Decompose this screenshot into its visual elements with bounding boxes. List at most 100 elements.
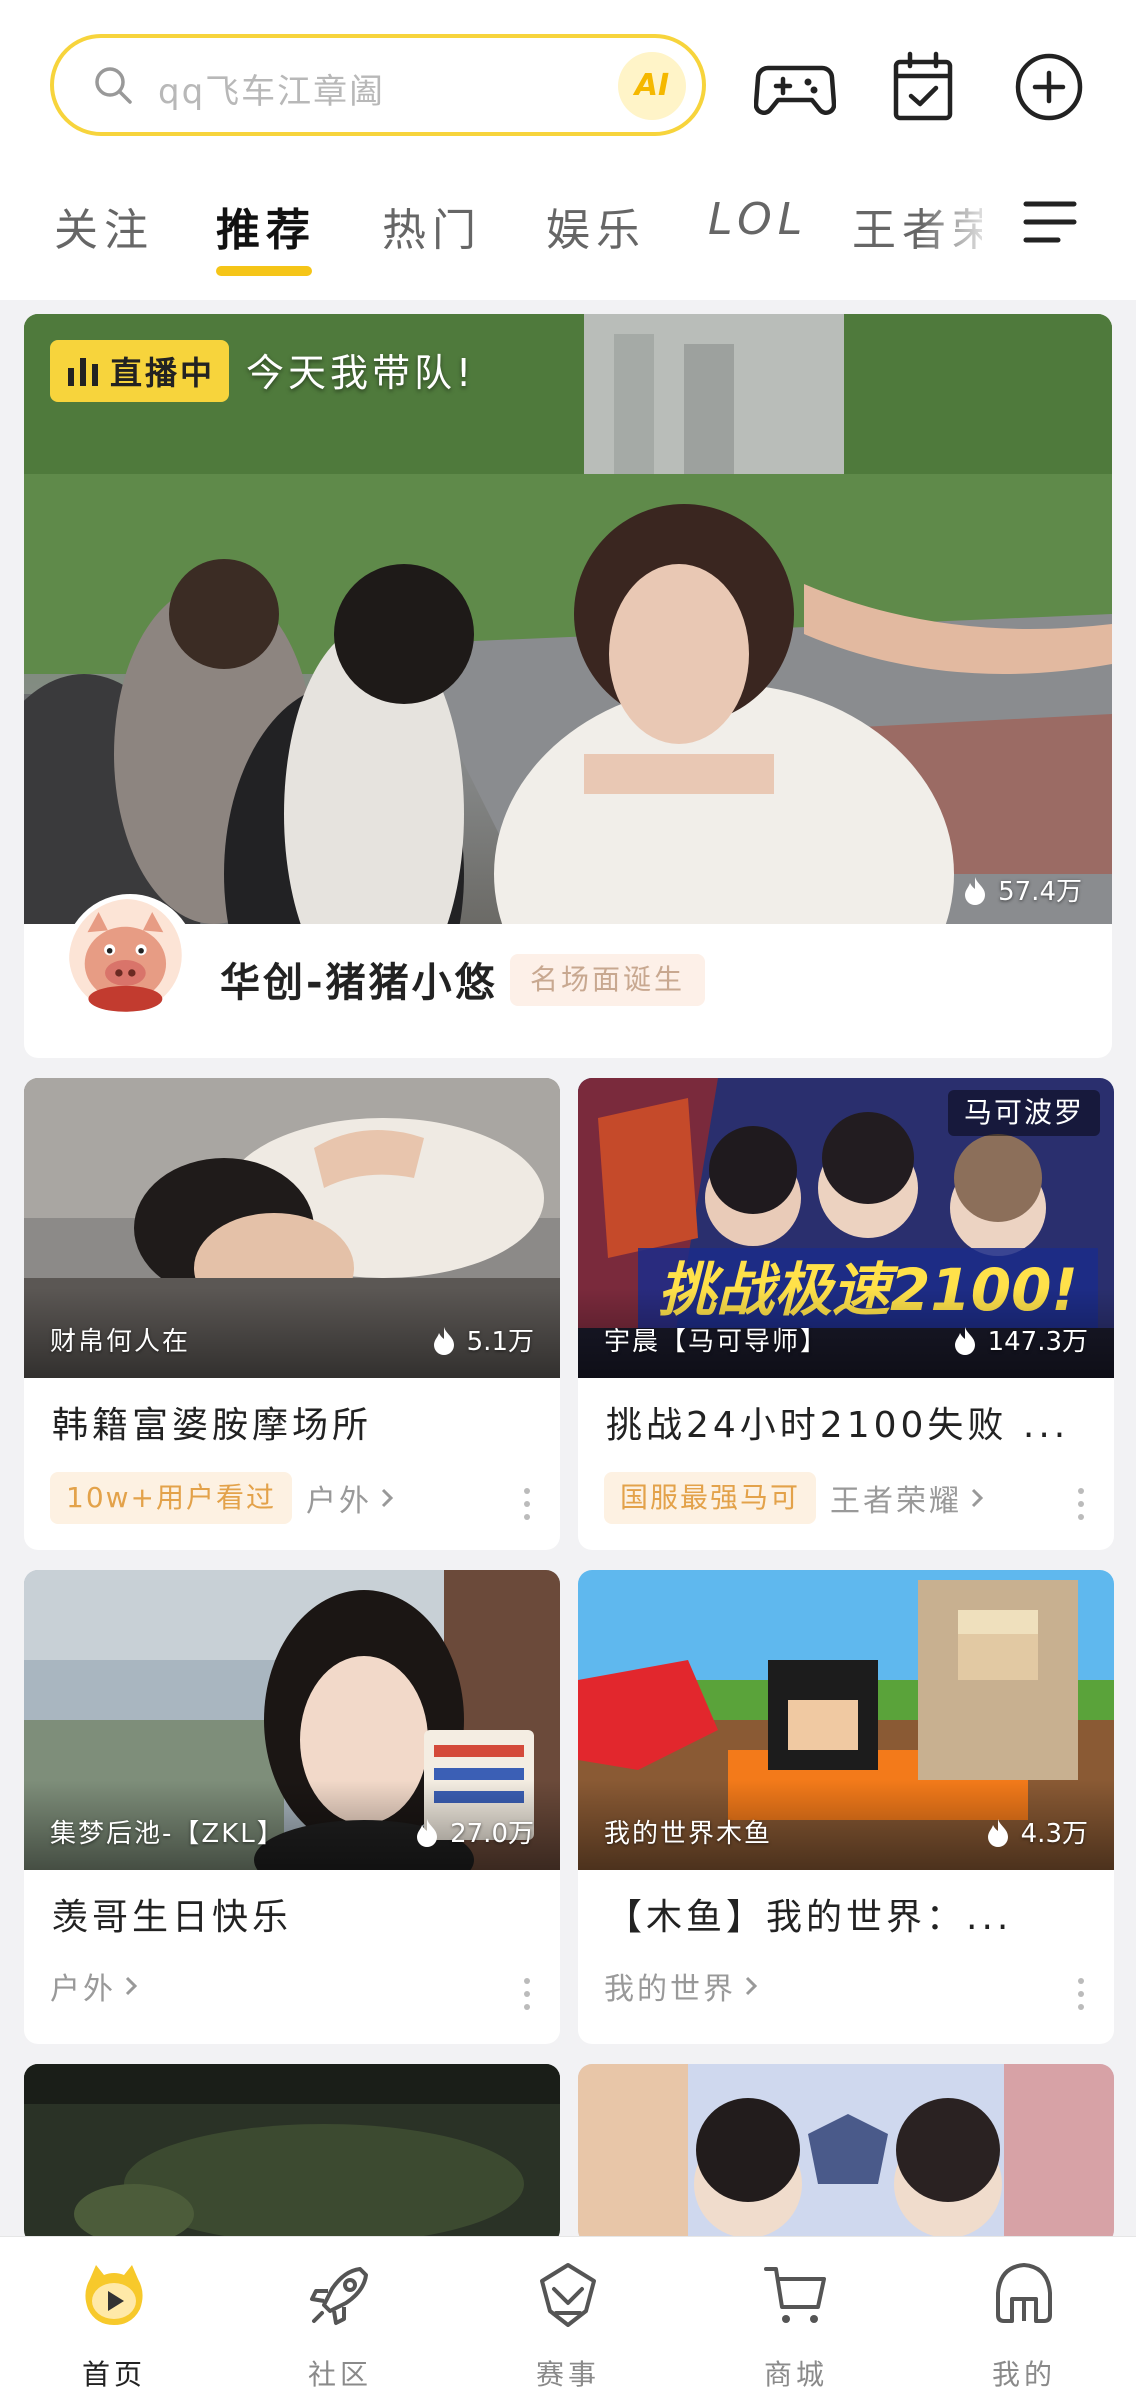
live-badge: 直播中 xyxy=(50,340,230,402)
bottom-nav: 首页 社区 赛事 商城 我的 xyxy=(0,2236,1136,2400)
flame-icon xyxy=(954,1326,975,1355)
category-link[interactable]: 王者荣耀 xyxy=(830,1476,984,1520)
heat-count: 147.3万 xyxy=(952,1321,1088,1358)
gamepad-icon[interactable] xyxy=(753,46,837,128)
more-options-icon[interactable] xyxy=(522,1978,532,2014)
more-options-icon[interactable] xyxy=(522,1488,532,1524)
nav-label: 首页 xyxy=(81,2358,146,2391)
more-options-icon[interactable] xyxy=(1076,1978,1086,2014)
stream-card[interactable]: 财帛何人在 5.1万 韩籍富婆胺摩场所 10w+用户看过 户外 xyxy=(24,1078,560,1550)
stream-card[interactable]: 挑战极速2100! 马可波罗 宇晨【马可导师】 147.3万 挑战24小时210… xyxy=(578,1078,1114,1550)
tab-fade xyxy=(920,180,1000,270)
search-bar[interactable]: qq飞车江章阖 AI xyxy=(50,34,706,136)
card-streamer-name: 集梦后池-【ZKL】 xyxy=(50,1819,285,1849)
calendar-check-icon[interactable] xyxy=(882,46,964,128)
category-label: 户外 xyxy=(306,1484,372,1519)
avatar[interactable] xyxy=(64,894,196,1026)
card-streamer-name: 我的世界木鱼 xyxy=(604,1819,773,1849)
heat-count: 5.1万 xyxy=(431,1321,534,1358)
category-label: 户外 xyxy=(50,1972,116,2007)
card-meta: 10w+用户看过 户外 xyxy=(50,1472,394,1524)
stream-card[interactable] xyxy=(24,2064,560,2244)
chevron-right-icon xyxy=(125,1976,138,1996)
card-meta: 我的世界 xyxy=(604,1964,758,2008)
chevron-right-icon xyxy=(745,1976,758,1996)
stream-card[interactable]: 我的世界木鱼 4.3万 【木鱼】我的世界：... 我的世界 xyxy=(578,1570,1114,2044)
card-tag: 国服最强马可 xyxy=(604,1472,817,1524)
card-streamer-name: 财帛何人在 xyxy=(50,1327,191,1357)
hero-name-tag: 马可波罗 xyxy=(947,1090,1100,1136)
heat-value: 57.4万 xyxy=(998,877,1082,907)
live-badge-label: 直播中 xyxy=(110,354,216,392)
card-meta: 国服最强马可 王者荣耀 xyxy=(604,1472,984,1524)
stream-thumbnail xyxy=(24,2064,560,2244)
card-title: 挑战24小时2100失败 ... xyxy=(606,1405,1070,1446)
category-label: 我的世界 xyxy=(604,1972,736,2007)
heat-value: 147.3万 xyxy=(987,1327,1088,1357)
featured-live-title: 今天我带队! xyxy=(246,351,476,395)
nav-label: 商城 xyxy=(763,2358,828,2391)
nav-events[interactable]: 赛事 xyxy=(498,2237,638,2400)
chevron-right-icon xyxy=(381,1488,394,1508)
tab-follow[interactable]: 关注 xyxy=(54,194,154,258)
tab-recommend[interactable]: 推荐 xyxy=(216,194,316,258)
more-options-icon[interactable] xyxy=(1076,1488,1086,1524)
nav-profile[interactable]: 我的 xyxy=(954,2237,1094,2400)
home-mascot-icon xyxy=(85,2265,143,2325)
featured-live-thumbnail: 直播中 今天我带队! 57.4万 xyxy=(24,314,1112,924)
tab-hot[interactable]: 热门 xyxy=(382,194,482,258)
profile-helmet-icon xyxy=(996,2263,1052,2323)
tab-lol[interactable]: LOL xyxy=(708,194,808,245)
streamer-name: 华创-猪猪小悠 xyxy=(220,960,498,1006)
flame-icon xyxy=(417,1818,438,1847)
flame-icon xyxy=(987,1818,1008,1847)
heat-count: 57.4万 xyxy=(962,871,1082,908)
featured-live-card[interactable]: 直播中 今天我带队! 57.4万 华创-猪猪小悠 名场面诞生 xyxy=(24,314,1112,1058)
category-tabs: 关注 推荐 热门 娱乐 LOL 王者荣 xyxy=(0,180,1136,290)
stream-thumbnail xyxy=(578,2064,1114,2244)
cart-icon xyxy=(764,2267,826,2323)
heat-value: 5.1万 xyxy=(466,1327,534,1357)
nav-home[interactable]: 首页 xyxy=(44,2237,184,2400)
card-title: 羡哥生日快乐 xyxy=(52,1897,293,1938)
card-tag: 10w+用户看过 xyxy=(50,1472,292,1524)
stream-thumbnail: 集梦后池-【ZKL】 27.0万 xyxy=(24,1570,560,1870)
category-link[interactable]: 户外 xyxy=(50,1964,138,2008)
stream-card[interactable]: 集梦后池-【ZKL】 27.0万 羡哥生日快乐 户外 xyxy=(24,1570,560,2044)
heat-count: 27.0万 xyxy=(414,1813,534,1850)
card-streamer-name: 宇晨【马可导师】 xyxy=(604,1327,829,1357)
category-link[interactable]: 我的世界 xyxy=(604,1964,758,2008)
flame-icon xyxy=(965,876,986,905)
card-meta: 户外 xyxy=(50,1964,138,2008)
stream-thumbnail: 挑战极速2100! 马可波罗 宇晨【马可导师】 147.3万 xyxy=(578,1078,1114,1378)
rocket-icon xyxy=(310,2267,368,2325)
heat-count: 4.3万 xyxy=(985,1813,1088,1850)
highlight-tag: 名场面诞生 xyxy=(510,954,706,1006)
trophy-shield-icon xyxy=(540,2263,596,2327)
menu-icon[interactable] xyxy=(1018,190,1082,254)
tab-entertainment[interactable]: 娱乐 xyxy=(546,194,646,258)
heat-value: 27.0万 xyxy=(450,1819,534,1849)
header: qq飞车江章阖 AI 关注 推荐 热门 娱乐 LOL 王 xyxy=(0,0,1136,300)
active-tab-indicator xyxy=(216,266,312,276)
search-placeholder: qq飞车江章阖 xyxy=(158,72,386,112)
live-bars-icon xyxy=(66,356,100,386)
app-root: qq飞车江章阖 AI 关注 推荐 热门 娱乐 LOL 王 直播中 今天我带队! … xyxy=(0,0,1136,2400)
ai-button[interactable]: AI xyxy=(618,52,686,120)
add-circle-icon[interactable] xyxy=(1008,46,1090,128)
card-title: 韩籍富婆胺摩场所 xyxy=(52,1405,373,1446)
nav-label: 我的 xyxy=(991,2358,1056,2391)
nav-label: 赛事 xyxy=(535,2358,600,2391)
search-icon xyxy=(95,67,132,104)
nav-community[interactable]: 社区 xyxy=(270,2237,410,2400)
category-label: 王者荣耀 xyxy=(830,1484,963,1519)
card-title: 【木鱼】我的世界：... xyxy=(606,1897,1013,1938)
nav-label: 社区 xyxy=(307,2358,372,2391)
chevron-right-icon xyxy=(971,1488,984,1508)
heat-value: 4.3万 xyxy=(1020,1819,1088,1849)
nav-shop[interactable]: 商城 xyxy=(726,2237,866,2400)
stream-thumbnail: 财帛何人在 5.1万 xyxy=(24,1078,560,1378)
stream-card[interactable] xyxy=(578,2064,1114,2244)
stream-thumbnail: 我的世界木鱼 4.3万 xyxy=(578,1570,1114,1870)
category-link[interactable]: 户外 xyxy=(306,1476,394,1520)
